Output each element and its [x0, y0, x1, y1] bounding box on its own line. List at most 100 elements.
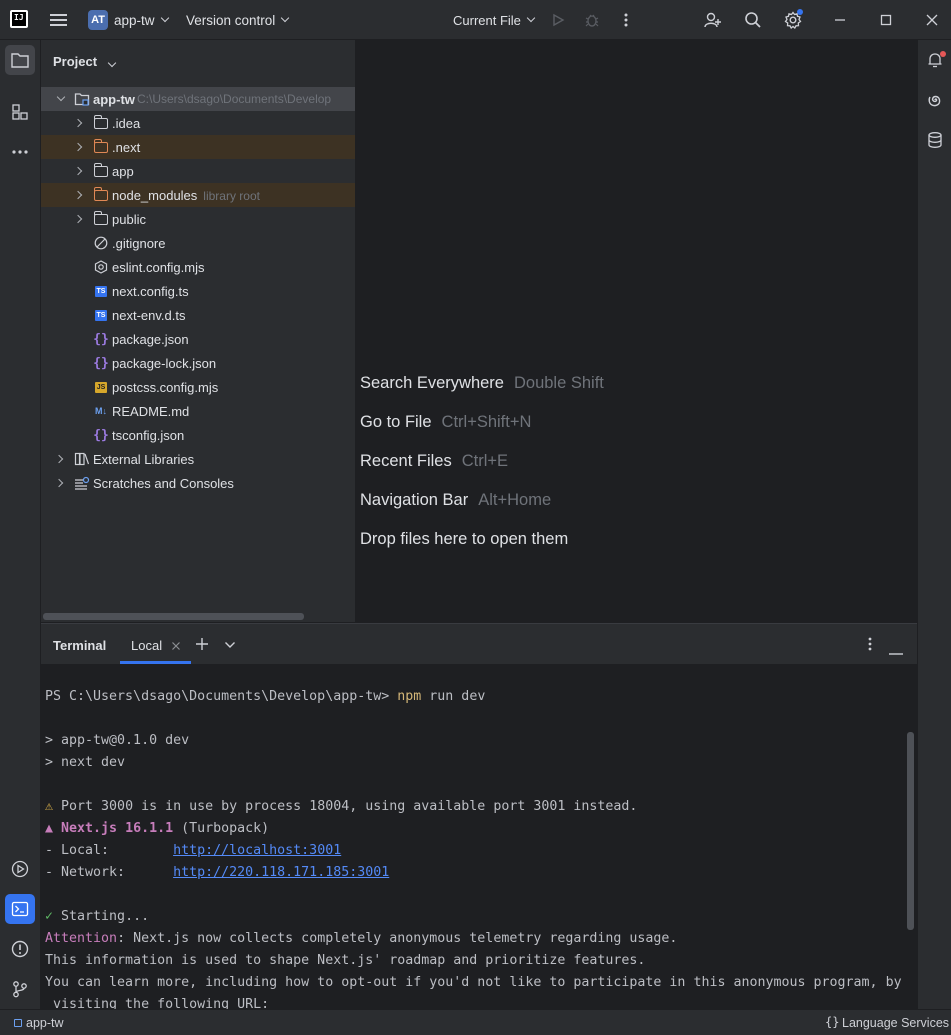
module-folder-icon: [74, 91, 90, 107]
markdown-file-icon: M↓: [95, 406, 107, 416]
tree-item-label: node_modules library root: [112, 187, 260, 203]
hide-panel-minimize-icon[interactable]: [889, 643, 903, 658]
editor-hint-recent-files: Recent Files Ctrl+E: [360, 452, 509, 470]
tree-item-label: package-lock.json: [112, 355, 217, 371]
project-selector[interactable]: app-tw: [114, 0, 169, 40]
ai-assistant-spiral-icon[interactable]: [920, 85, 950, 115]
tree-item-label: app: [112, 163, 134, 179]
expand-arrow-icon[interactable]: [73, 166, 83, 176]
tree-item-readme[interactable]: M↓ README.md: [41, 399, 355, 423]
module-icon: [14, 1019, 22, 1027]
terminal-starting-line: ✓ Starting...: [45, 909, 150, 924]
git-branch-icon[interactable]: [5, 974, 35, 1004]
tree-item-tsconfig[interactable]: {} tsconfig.json: [41, 423, 355, 447]
tree-item-label: next.config.ts: [112, 283, 189, 299]
minimize-window-icon[interactable]: [830, 10, 850, 30]
chevron-down-icon: [281, 13, 290, 23]
tree-item-label: .gitignore: [112, 235, 166, 251]
version-control-label: Version control: [186, 12, 276, 28]
ignore-file-icon: [93, 235, 109, 251]
language-services-widget[interactable]: Language Services: [842, 1016, 949, 1030]
network-url-link[interactable]: http://220.118.171.185:3001: [173, 865, 389, 880]
terminal-line: > app-tw@0.1.0 dev: [45, 733, 190, 748]
tree-item-next[interactable]: .next: [41, 135, 355, 159]
problems-icon[interactable]: [5, 934, 35, 964]
tree-item-label: .next: [112, 139, 141, 155]
terminal-output[interactable]: PS C:\Users\dsago\Documents\Develop\app-…: [45, 664, 911, 1035]
tree-item-label: next-env.d.ts: [112, 307, 186, 323]
tree-item-gitignore[interactable]: .gitignore: [41, 231, 355, 255]
structure-icon[interactable]: [5, 97, 35, 127]
close-window-icon[interactable]: [922, 10, 942, 30]
project-panel: Project app-tw C:\Users\dsago\Documents\…: [41, 40, 356, 622]
services-run-icon[interactable]: [5, 854, 35, 884]
eslint-icon: [93, 259, 109, 275]
version-control-menu[interactable]: Version control: [186, 0, 290, 40]
terminal-warning-line: ⚠ Port 3000 is in use by process 18004, …: [45, 799, 638, 814]
tree-item-scratches[interactable]: Scratches and Consoles: [41, 471, 355, 495]
excluded-folder-icon: [93, 138, 109, 155]
horizontal-scrollbar[interactable]: [43, 613, 304, 620]
expand-arrow-icon[interactable]: [73, 142, 83, 152]
tab-dropdown-chevron-icon[interactable]: [224, 638, 236, 653]
expand-arrow-icon[interactable]: [73, 214, 83, 224]
project-panel-header[interactable]: Project: [53, 54, 116, 69]
json-file-icon: {}: [93, 355, 109, 371]
tree-item-package-lock[interactable]: {} package-lock.json: [41, 351, 355, 375]
expand-arrow-icon[interactable]: [54, 478, 64, 488]
tree-item-label: Scratches and Consoles: [93, 475, 234, 491]
tree-item-label: .idea: [112, 115, 141, 131]
notification-dot-icon: [940, 51, 946, 57]
right-tool-strip: [917, 40, 951, 1009]
intellij-logo-icon[interactable]: IJ: [10, 10, 28, 28]
local-url-link[interactable]: http://localhost:3001: [173, 843, 341, 858]
tab-local[interactable]: Local: [131, 638, 162, 653]
tree-item-idea[interactable]: .idea: [41, 111, 355, 135]
database-icon[interactable]: [920, 125, 950, 155]
more-actions-icon[interactable]: [616, 10, 636, 30]
tree-item-app[interactable]: app: [41, 159, 355, 183]
project-tool-folder-icon[interactable]: [5, 45, 35, 75]
run-icon[interactable]: [548, 10, 568, 30]
tree-item-next-env[interactable]: TS next-env.d.ts: [41, 303, 355, 327]
editor-hint-go-to-file: Go to File Ctrl+Shift+N: [360, 413, 532, 431]
editor-hint-navigation-bar: Navigation Bar Alt+Home: [360, 491, 552, 509]
tree-item-public[interactable]: public: [41, 207, 355, 231]
tree-item-postcss-config[interactable]: JS postcss.config.mjs: [41, 375, 355, 399]
run-configuration-selector[interactable]: Current File: [453, 0, 536, 40]
terminal-tool-icon[interactable]: [5, 894, 35, 924]
tree-item-node-modules[interactable]: node_modules library root: [41, 183, 355, 207]
tree-item-eslint-config[interactable]: eslint.config.mjs: [41, 255, 355, 279]
terminal-options-icon[interactable]: [868, 637, 872, 654]
add-user-icon[interactable]: [703, 10, 723, 30]
json-file-icon: {}: [93, 331, 109, 347]
maximize-window-icon[interactable]: [876, 10, 896, 30]
notifications-bell-icon[interactable]: [920, 45, 950, 75]
new-tab-plus-icon[interactable]: [195, 637, 209, 654]
status-project-name[interactable]: app-tw: [26, 1016, 64, 1030]
more-tools-icon[interactable]: [5, 137, 35, 167]
search-icon[interactable]: [743, 10, 763, 30]
project-badge[interactable]: AT: [88, 10, 108, 30]
tree-item-next-config[interactable]: TS next.config.ts: [41, 279, 355, 303]
collapse-arrow-icon[interactable]: [56, 92, 66, 102]
terminal-line: You can learn more, including how to opt…: [45, 975, 902, 990]
expand-arrow-icon[interactable]: [73, 190, 83, 200]
terminal-vertical-scrollbar[interactable]: [907, 732, 914, 930]
update-dot-icon: [797, 9, 803, 15]
settings-gear-icon[interactable]: [783, 9, 803, 30]
close-tab-icon[interactable]: [171, 639, 181, 654]
tree-item-package-json[interactable]: {} package.json: [41, 327, 355, 351]
tree-root-row[interactable]: app-tw C:\Users\dsago\Documents\Develop: [41, 87, 355, 111]
tree-item-label: eslint.config.mjs: [112, 259, 205, 275]
tree-item-external-libraries[interactable]: External Libraries: [41, 447, 355, 471]
main-menu-button[interactable]: [50, 0, 68, 40]
terminal-attention-line: Attention: Next.js now collects complete…: [45, 931, 678, 946]
project-name: app-tw: [114, 12, 155, 28]
json-file-icon: {}: [93, 427, 109, 443]
javascript-file-icon: JS: [95, 381, 107, 393]
expand-arrow-icon[interactable]: [73, 118, 83, 128]
expand-arrow-icon[interactable]: [54, 454, 64, 464]
debug-icon[interactable]: [582, 10, 602, 30]
library-icon: [74, 451, 90, 467]
